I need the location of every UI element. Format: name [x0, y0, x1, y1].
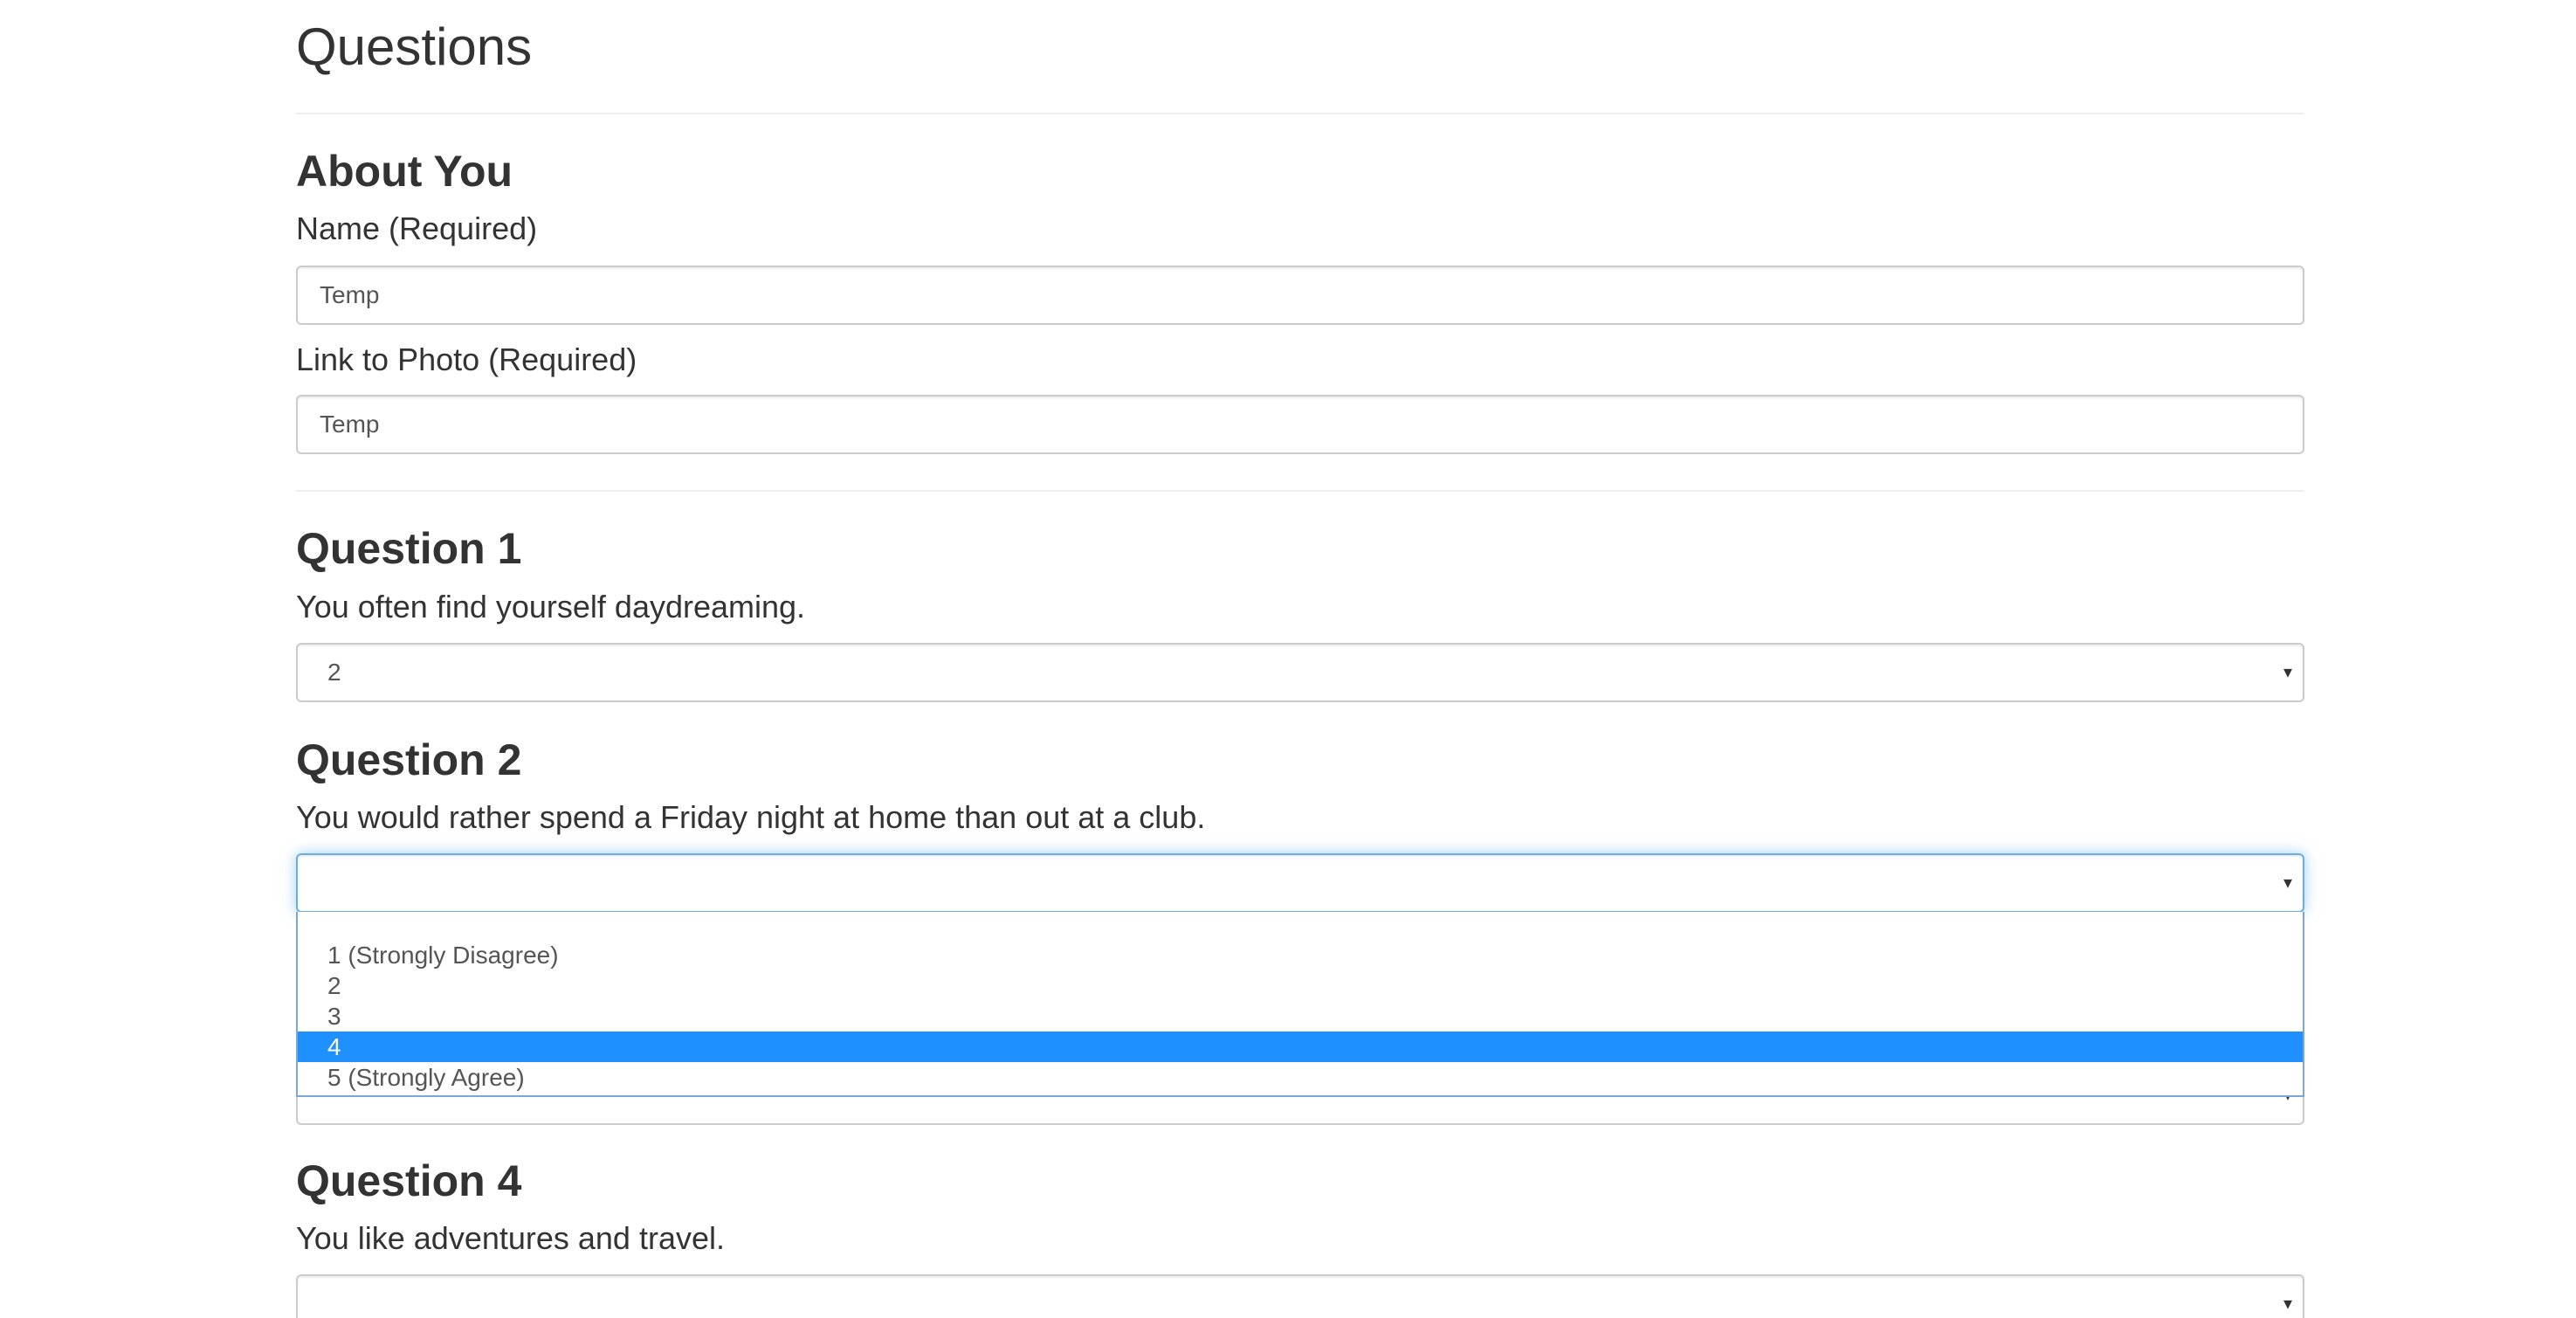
page-title: Questions [296, 17, 533, 76]
title-divider [296, 113, 2304, 114]
name-input[interactable]: Temp [296, 266, 2304, 325]
question-2-select[interactable]: ▾ [296, 853, 2304, 913]
question-1-heading: Question 1 [296, 524, 522, 573]
questions-page: Questions About You Name (Required) Temp… [0, 0, 2576, 1318]
question-2-dropdown-list: 1 (Strongly Disagree) 2 3 4 5 (Strongly … [296, 912, 2304, 1097]
question-4-text: You like adventures and travel. [296, 1220, 725, 1256]
about-you-heading: About You [296, 147, 513, 196]
option-2[interactable]: 2 [298, 970, 2303, 1001]
chevron-down-icon: ▾ [2283, 1294, 2292, 1314]
name-label: Name (Required) [296, 210, 538, 246]
question-4-heading: Question 4 [296, 1156, 522, 1205]
option-4[interactable]: 4 [298, 1032, 2303, 1062]
about-divider [296, 490, 2304, 492]
question-1-select[interactable]: 2 ▾ [296, 643, 2304, 702]
option-3[interactable]: 3 [298, 1001, 2303, 1032]
question-1-text: You often find yourself daydreaming. [296, 589, 806, 624]
question-2-text: You would rather spend a Friday night at… [296, 799, 1206, 835]
question-4-select[interactable]: ▾ [296, 1274, 2304, 1318]
photo-link-label: Link to Photo (Required) [296, 342, 637, 377]
question-1-selected-value: 2 [327, 659, 341, 686]
chevron-down-icon: ▾ [2283, 873, 2292, 893]
photo-link-input[interactable]: Temp [296, 395, 2304, 454]
option-1-strongly-disagree[interactable]: 1 (Strongly Disagree) [298, 940, 2303, 970]
question-2-heading: Question 2 [296, 735, 522, 784]
name-input-value: Temp [320, 281, 380, 308]
photo-link-input-value: Temp [320, 411, 380, 438]
chevron-down-icon: ▾ [2283, 663, 2292, 682]
option-5-strongly-agree[interactable]: 5 (Strongly Agree) [298, 1062, 2303, 1093]
